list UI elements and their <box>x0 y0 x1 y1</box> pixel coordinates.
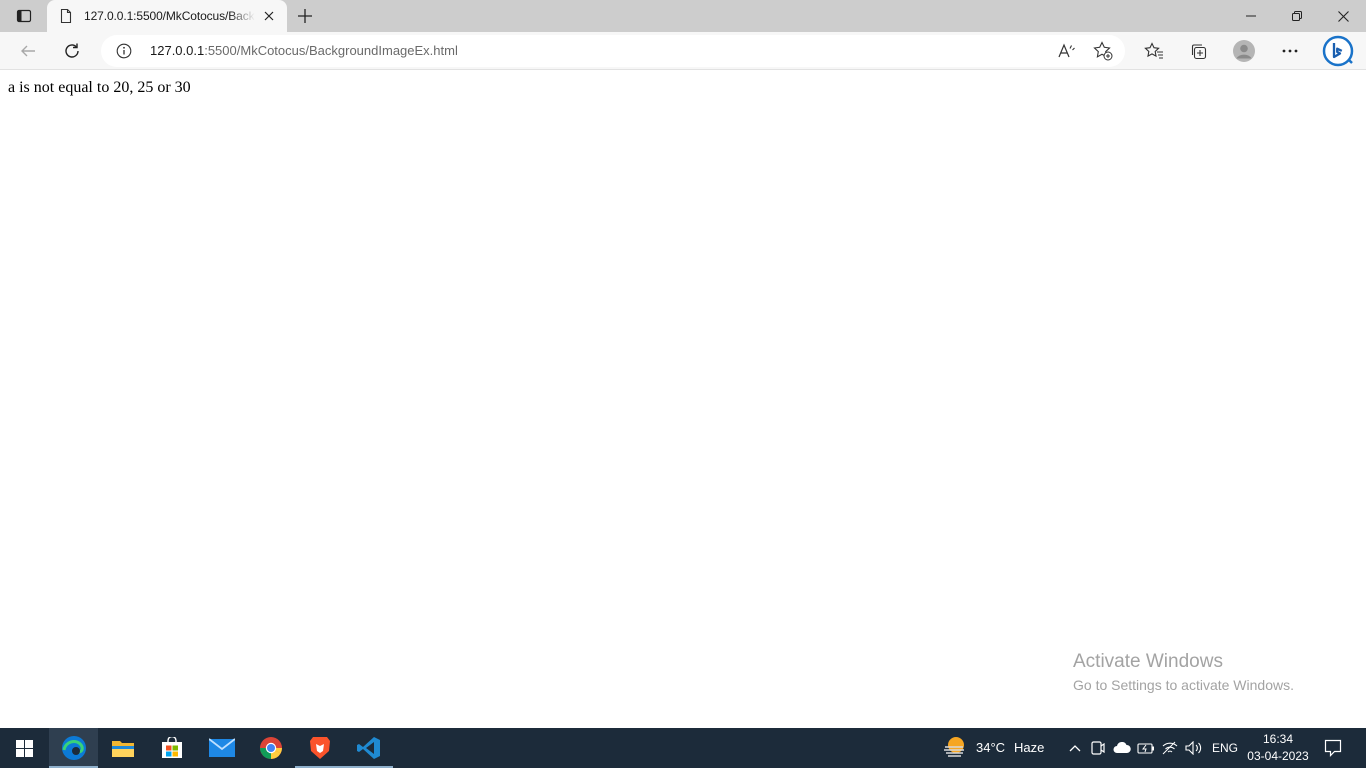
add-favorite-button[interactable] <box>1093 41 1113 61</box>
taskbar-brave[interactable] <box>295 728 344 768</box>
battery-charging-icon <box>1137 743 1154 754</box>
restore-button[interactable] <box>1274 0 1320 32</box>
weather-widget[interactable] <box>942 735 968 761</box>
minimize-button[interactable] <box>1228 0 1274 32</box>
taskbar-chrome[interactable] <box>246 728 295 768</box>
activate-windows-watermark: Activate Windows Go to Settings to activ… <box>1073 651 1294 695</box>
tab-actions-button[interactable] <box>8 4 40 28</box>
store-icon <box>161 737 182 758</box>
watermark-subtitle: Go to Settings to activate Windows. <box>1073 677 1294 693</box>
start-button[interactable] <box>0 728 49 768</box>
more-icon <box>1282 49 1298 53</box>
input-language[interactable]: ENG <box>1212 741 1238 755</box>
notification-icon <box>1324 739 1342 757</box>
tab-actions-icon <box>16 9 32 23</box>
address-url[interactable]: 127.0.0.1:5500/MkCotocus/BackgroundImage… <box>150 43 458 58</box>
tab-close-button[interactable] <box>259 6 279 26</box>
battery-icon[interactable] <box>1136 738 1156 758</box>
clock-date: 03-04-2023 <box>1247 749 1309 763</box>
favorites-icon <box>1144 42 1163 59</box>
plus-icon <box>298 9 312 23</box>
network-icon[interactable] <box>1160 738 1180 758</box>
restore-icon <box>1292 11 1302 21</box>
bing-icon <box>1322 35 1354 67</box>
page-icon <box>60 8 72 24</box>
watermark-title: Activate Windows <box>1073 651 1223 672</box>
read-aloud-icon <box>1058 43 1075 58</box>
speaker-icon <box>1185 741 1202 755</box>
collections-button[interactable] <box>1183 36 1213 66</box>
page-message: a is not equal to 20, 25 or 30 <box>8 79 191 96</box>
close-icon <box>264 11 274 21</box>
taskbar-edge[interactable] <box>49 728 98 768</box>
close-icon <box>1337 10 1349 22</box>
add-favorite-icon <box>1093 41 1113 61</box>
wifi-icon <box>1162 741 1178 755</box>
edge-icon <box>61 736 86 760</box>
back-button[interactable] <box>13 36 43 66</box>
back-arrow-icon <box>21 45 35 57</box>
weather-temp: 34°C <box>976 740 1006 755</box>
minimize-icon <box>1246 15 1256 17</box>
mail-icon <box>208 738 235 757</box>
taskbar-store[interactable] <box>147 728 196 768</box>
tab-strip: 127.0.0.1:5500/MkCotocus/BackgroundImage… <box>0 0 1366 32</box>
taskbar-vscode[interactable] <box>344 728 393 768</box>
read-aloud-button[interactable] <box>1057 41 1077 61</box>
new-tab-button[interactable] <box>292 4 318 28</box>
refresh-icon <box>65 43 79 58</box>
window-close-button[interactable] <box>1320 0 1366 32</box>
weather-condition: Haze <box>1014 740 1045 755</box>
profile-button[interactable] <box>1229 36 1259 66</box>
brave-icon <box>309 737 330 759</box>
taskbar-file-explorer[interactable] <box>98 728 147 768</box>
url-path: :5500/MkCotocus/BackgroundImageEx.html <box>204 43 458 58</box>
action-center-button[interactable] <box>1323 738 1343 758</box>
tab-title: 127.0.0.1:5500/MkCotocus/BackgroundImage… <box>84 9 255 23</box>
taskbar: 34°C Haze ENG 16:34 03-04-2023 <box>0 728 1366 768</box>
vscode-icon <box>356 737 380 759</box>
clock-time: 16:34 <box>1262 732 1294 746</box>
profile-icon <box>1233 40 1255 62</box>
browser-toolbar: 127.0.0.1:5500/MkCotocus/BackgroundImage… <box>0 32 1366 70</box>
show-hidden-icons-button[interactable] <box>1065 738 1085 758</box>
taskbar-mail[interactable] <box>197 728 246 768</box>
onedrive-icon[interactable] <box>1112 738 1132 758</box>
volume-icon[interactable] <box>1184 738 1204 758</box>
refresh-button[interactable] <box>57 36 87 66</box>
taskbar-clock[interactable]: 16:34 03-04-2023 <box>1244 731 1312 765</box>
url-host: 127.0.0.1 <box>150 43 205 58</box>
chrome-icon <box>259 737 282 759</box>
collections-icon <box>1191 44 1207 60</box>
cloud-icon <box>1113 742 1131 753</box>
camera-icon <box>1091 741 1105 755</box>
chevron-up-icon <box>1069 745 1081 752</box>
more-button[interactable] <box>1275 36 1305 66</box>
address-bar[interactable]: 127.0.0.1:5500/MkCotocus/BackgroundImage… <box>101 35 1125 67</box>
meet-now-icon[interactable] <box>1088 738 1108 758</box>
info-icon[interactable] <box>116 43 132 59</box>
active-tab[interactable]: 127.0.0.1:5500/MkCotocus/BackgroundImage… <box>47 0 287 32</box>
haze-icon <box>944 737 964 757</box>
favorites-button[interactable] <box>1139 36 1169 66</box>
folder-icon <box>111 741 134 757</box>
windows-logo-icon <box>16 739 33 757</box>
bing-chat-button[interactable] <box>1321 34 1355 68</box>
